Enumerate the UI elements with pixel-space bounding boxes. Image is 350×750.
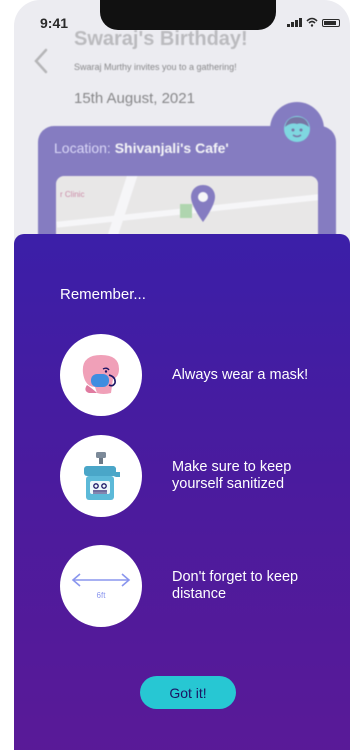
- tip-sanitizer: Make sure to keep yourself sanitized: [60, 435, 330, 517]
- location-value: Shivanjali's Cafe': [114, 140, 229, 156]
- tip-distance-text: Don't forget to keep distance: [172, 569, 299, 602]
- phone-screen: 9:41 Swaraj's Birthday! Swaraj Murthy in…: [14, 0, 350, 750]
- location-label: Location:: [54, 140, 115, 156]
- event-date: 15th August, 2021: [74, 90, 195, 107]
- avatar-face-icon: [284, 116, 310, 142]
- map-pin-icon: [191, 185, 215, 222]
- tip-distance: 6ft Don't forget to keep distance: [60, 545, 330, 627]
- map-label: r Clinic: [60, 190, 85, 199]
- notch: [100, 0, 276, 30]
- location-text: Location: Shivanjali's Cafe': [54, 140, 229, 156]
- host-avatar[interactable]: [270, 102, 324, 156]
- event-title: Swaraj's Birthday!: [74, 28, 248, 50]
- tip-mask-text: Always wear a mask!: [172, 366, 309, 383]
- got-it-button[interactable]: Got it!: [140, 676, 236, 709]
- sheet-heading: Remember...: [60, 286, 146, 303]
- back-arrow-icon[interactable]: [34, 48, 48, 74]
- invite-text: Swaraj Murthy invites you to a gathering…: [74, 62, 237, 72]
- safety-reminder-sheet: Remember... Always wear a mask! Make sur…: [14, 234, 350, 750]
- sanitizer-icon: [60, 435, 142, 517]
- tip-sanitizer-text: Make sure to keep yourself sanitized: [172, 459, 292, 492]
- mask-icon: [60, 334, 142, 416]
- distance-icon-label: 6ft: [97, 591, 107, 600]
- tip-mask: Always wear a mask!: [60, 334, 330, 416]
- distance-icon: 6ft: [60, 545, 142, 627]
